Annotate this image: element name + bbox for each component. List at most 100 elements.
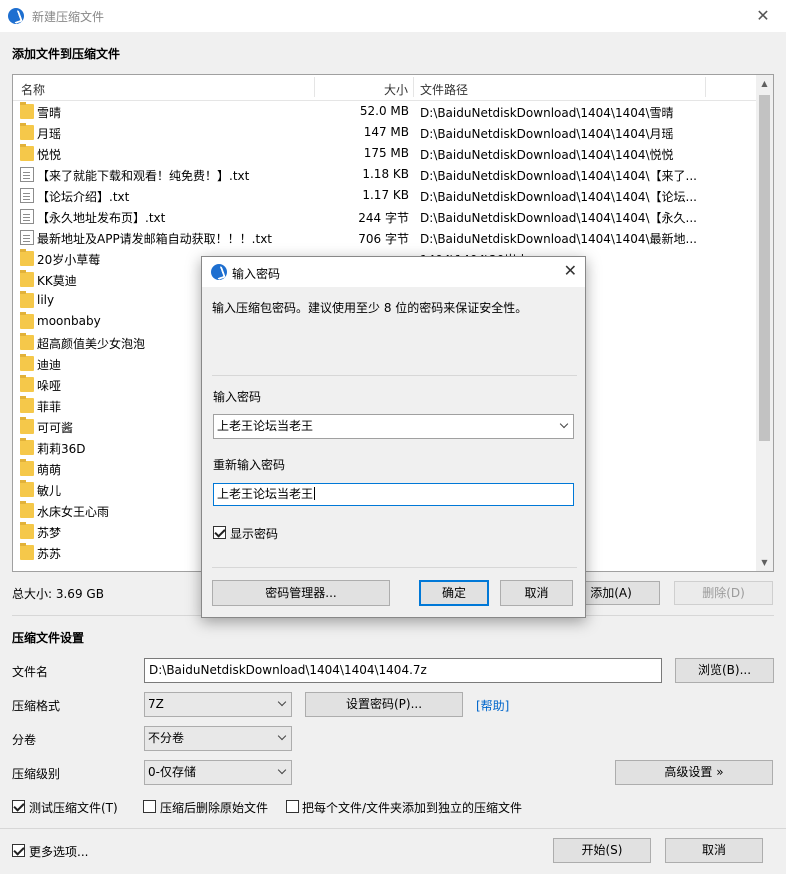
row-size: 52.0 MB bbox=[359, 104, 409, 118]
separate-archives-checkbox[interactable] bbox=[286, 800, 299, 813]
column-divider[interactable] bbox=[705, 77, 706, 97]
row-name: moonbaby bbox=[37, 314, 101, 328]
show-password-label[interactable]: 显示密码 bbox=[230, 525, 278, 542]
column-name-header[interactable]: 名称 bbox=[21, 81, 45, 98]
row-name: KK莫迪 bbox=[37, 274, 77, 288]
row-name: 萌萌 bbox=[37, 463, 62, 477]
cancel-button[interactable]: 取消 bbox=[665, 838, 763, 863]
total-size-text: 总大小: 3.69 GB bbox=[12, 587, 104, 601]
folder-icon bbox=[20, 291, 34, 308]
scrollbar-thumb[interactable] bbox=[759, 95, 770, 441]
column-size-header[interactable]: 大小 bbox=[384, 81, 408, 98]
chevron-down-icon[interactable] bbox=[559, 419, 569, 429]
more-options-label[interactable]: 更多选项... bbox=[29, 843, 88, 860]
level-select-value: 0-仅存储 bbox=[148, 765, 196, 779]
dialog-title: 输入密码 bbox=[232, 267, 281, 281]
row-name: lily bbox=[37, 293, 55, 307]
password-input[interactable]: 上老王论坛当老王 bbox=[213, 414, 574, 439]
table-row[interactable]: 月瑶 147 MB D:\BaiduNetdiskDownload\1404\140… bbox=[13, 122, 757, 143]
column-path-header[interactable]: 文件路径 bbox=[420, 81, 468, 98]
chevron-down-icon bbox=[277, 731, 287, 741]
window-close-button[interactable]: ✕ bbox=[740, 0, 786, 32]
text-file-icon bbox=[20, 188, 34, 203]
row-name: 20岁小草莓 bbox=[37, 253, 101, 267]
scroll-down-arrow-icon[interactable]: ▼ bbox=[756, 554, 773, 571]
row-path: D:\BaiduNetdiskDownload\1404\1404\最新地... bbox=[420, 232, 697, 246]
folder-icon bbox=[20, 375, 34, 392]
more-options-checkbox[interactable] bbox=[12, 844, 25, 857]
row-name: 可可酱 bbox=[37, 421, 74, 435]
row-path: D:\BaiduNetdiskDownload\1404\1404\【永久... bbox=[420, 211, 697, 225]
format-select[interactable]: 7Z bbox=[144, 692, 292, 717]
folder-icon bbox=[20, 543, 34, 560]
confirm-password-value: 上老王论坛当老王 bbox=[217, 487, 314, 501]
table-row[interactable]: 雪晴 52.0 MB D:\BaiduNetdiskDownload\1404\14… bbox=[13, 101, 757, 122]
text-caret bbox=[314, 487, 316, 500]
advanced-settings-button[interactable]: 高级设置 » bbox=[615, 760, 773, 785]
folder-icon bbox=[20, 396, 34, 413]
scroll-up-arrow-icon[interactable]: ▲ bbox=[756, 75, 773, 92]
browse-button[interactable]: 浏览(B)... bbox=[675, 658, 774, 683]
table-row[interactable]: 【永久地址发布页】.txt 244 字节 D:\BaiduNetdiskDownlo… bbox=[13, 206, 757, 227]
window-title: 新建压缩文件 bbox=[32, 10, 105, 24]
dialog-cancel-button[interactable]: 取消 bbox=[500, 580, 573, 606]
vertical-scrollbar[interactable]: ▲ ▼ bbox=[756, 75, 773, 571]
chevron-down-icon bbox=[277, 765, 287, 775]
row-name: 苏梦 bbox=[37, 526, 62, 540]
row-size: 1.18 KB bbox=[362, 167, 409, 181]
folder-icon bbox=[20, 522, 34, 539]
folder-icon bbox=[20, 354, 34, 371]
row-name: 苏苏 bbox=[37, 547, 62, 561]
table-row[interactable]: 悦悦 175 MB D:\BaiduNetdiskDownload\1404\140… bbox=[13, 143, 757, 164]
delete-button[interactable]: 删除(D) bbox=[674, 581, 773, 605]
table-row[interactable]: 最新地址及APP请发邮箱自动获取！！！.txt 706 字节 D:\BaiduNet… bbox=[13, 227, 757, 248]
row-name: 超高颜值美少女泡泡 bbox=[37, 337, 146, 351]
folder-icon bbox=[20, 438, 34, 455]
row-path: D:\BaiduNetdiskDownload\1404\1404\月瑶 bbox=[420, 127, 674, 141]
separate-archives-label[interactable]: 把每个文件/文件夹添加到独立的压缩文件 bbox=[302, 799, 522, 816]
row-path: D:\BaiduNetdiskDownload\1404\1404\【论坛... bbox=[420, 190, 697, 204]
test-archive-label[interactable]: 测试压缩文件(T) bbox=[29, 799, 118, 816]
app-logo-icon bbox=[8, 8, 24, 24]
password-dialog: 输入密码 ✕ 输入压缩包密码。建议使用至少 8 位的密码来保证安全性。 输入密码… bbox=[201, 256, 586, 618]
row-name: 【永久地址发布页】.txt bbox=[37, 211, 166, 225]
filename-label: 文件名 bbox=[12, 665, 49, 679]
row-path: D:\BaiduNetdiskDownload\1404\1404\悦悦 bbox=[420, 148, 674, 162]
row-path: D:\BaiduNetdiskDownload\1404\1404\雪晴 bbox=[420, 106, 674, 120]
folder-icon bbox=[20, 144, 34, 161]
filename-input[interactable]: D:\BaiduNetdiskDownload\1404\1404\1404.7… bbox=[144, 658, 662, 683]
ok-button[interactable]: 确定 bbox=[419, 580, 489, 606]
dialog-description: 输入压缩包密码。建议使用至少 8 位的密码来保证安全性。 bbox=[212, 301, 528, 315]
folder-icon bbox=[20, 459, 34, 476]
folder-icon bbox=[20, 333, 34, 350]
column-divider[interactable] bbox=[314, 77, 315, 97]
password-manager-button[interactable]: 密码管理器... bbox=[212, 580, 390, 606]
level-select[interactable]: 0-仅存储 bbox=[144, 760, 292, 785]
row-name: 【来了就能下载和观看！纯免费！】.txt bbox=[37, 169, 250, 183]
delete-after-checkbox[interactable] bbox=[143, 800, 156, 813]
volume-label: 分卷 bbox=[12, 733, 37, 747]
dialog-close-icon[interactable]: ✕ bbox=[564, 261, 577, 280]
row-name: 【论坛介绍】.txt bbox=[37, 190, 130, 204]
table-row[interactable]: 【来了就能下载和观看！纯免费！】.txt 1.18 KB D:\BaiduNetdi… bbox=[13, 164, 757, 185]
settings-section-label: 压缩文件设置 bbox=[12, 631, 85, 645]
show-password-checkbox[interactable] bbox=[213, 526, 226, 539]
start-button[interactable]: 开始(S) bbox=[553, 838, 651, 863]
table-row[interactable]: 【论坛介绍】.txt 1.17 KB D:\BaiduNetdiskDownload… bbox=[13, 185, 757, 206]
row-size: 244 字节 bbox=[358, 211, 409, 225]
password-label: 输入密码 bbox=[213, 390, 262, 404]
test-archive-checkbox[interactable] bbox=[12, 800, 25, 813]
help-link[interactable]: [帮助] bbox=[476, 697, 509, 714]
text-file-icon bbox=[20, 230, 34, 245]
row-name: 月瑶 bbox=[37, 127, 62, 141]
set-password-button[interactable]: 设置密码(P)... bbox=[305, 692, 463, 717]
confirm-password-input[interactable]: 上老王论坛当老王 bbox=[213, 483, 574, 506]
row-name: 迪迪 bbox=[37, 358, 62, 372]
row-name: 最新地址及APP请发邮箱自动获取！！！.txt bbox=[37, 232, 273, 246]
delete-after-label[interactable]: 压缩后删除原始文件 bbox=[160, 799, 268, 816]
folder-icon bbox=[20, 480, 34, 497]
column-divider[interactable] bbox=[413, 77, 414, 97]
row-size: 147 MB bbox=[363, 125, 409, 139]
password-input-value: 上老王论坛当老王 bbox=[217, 419, 314, 433]
volume-select[interactable]: 不分卷 bbox=[144, 726, 292, 751]
